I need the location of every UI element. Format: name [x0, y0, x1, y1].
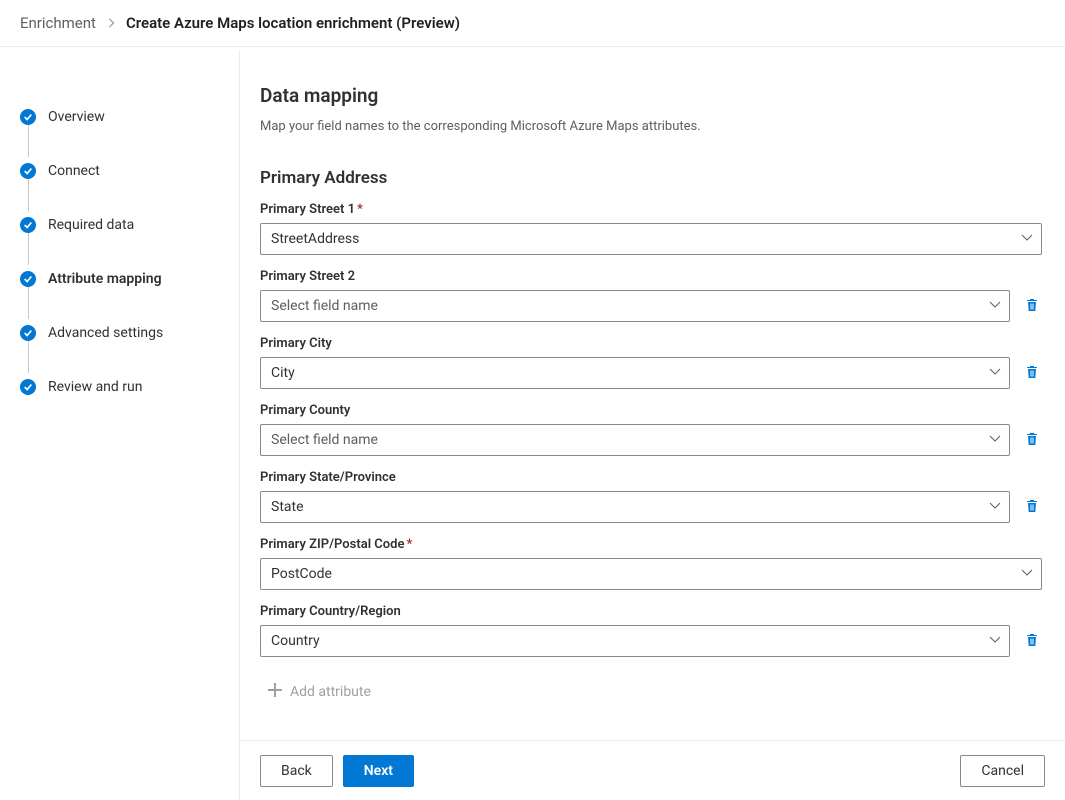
chevron-down-icon	[989, 499, 1001, 515]
field-primary-county: Primary County Select field name	[260, 403, 1045, 456]
dropdown-primary-street-2[interactable]: Select field name	[260, 290, 1010, 322]
check-icon	[20, 271, 36, 287]
section-title: Primary Address	[260, 168, 1045, 188]
dropdown-primary-state[interactable]: State	[260, 491, 1010, 523]
check-icon	[20, 163, 36, 179]
sidebar-item-label: Attribute mapping	[48, 271, 162, 287]
delete-button[interactable]	[1020, 629, 1044, 653]
page-description: Map your field names to the correspondin…	[260, 119, 1045, 134]
sidebar-item-overview[interactable]: Overview	[20, 90, 239, 144]
check-icon	[20, 325, 36, 341]
sidebar-item-label: Required data	[48, 217, 134, 233]
trash-icon	[1024, 297, 1040, 316]
sidebar-item-required-data[interactable]: Required data	[20, 198, 239, 252]
trash-icon	[1024, 498, 1040, 517]
chevron-down-icon	[989, 298, 1001, 314]
dropdown-primary-country[interactable]: Country	[260, 625, 1010, 657]
wizard-footer: Back Next Cancel	[240, 740, 1065, 800]
field-primary-country: Primary Country/Region Country	[260, 604, 1045, 657]
sidebar-item-label: Review and run	[48, 379, 142, 395]
field-primary-street-1: Primary Street 1* StreetAddress	[260, 202, 1045, 255]
field-label: Primary Country/Region	[260, 604, 1045, 619]
add-attribute-label: Add attribute	[290, 684, 371, 700]
plus-icon	[268, 683, 282, 701]
field-label: Primary Street 1*	[260, 202, 1045, 217]
back-button[interactable]: Back	[260, 755, 333, 787]
sidebar-item-label: Connect	[48, 163, 100, 179]
trash-icon	[1024, 431, 1040, 450]
dropdown-primary-city[interactable]: City	[260, 357, 1010, 389]
chevron-right-icon	[106, 14, 116, 32]
breadcrumb: Enrichment Create Azure Maps location en…	[0, 0, 1065, 47]
sidebar-item-label: Overview	[48, 109, 105, 125]
chevron-down-icon	[989, 432, 1001, 448]
sidebar-item-connect[interactable]: Connect	[20, 144, 239, 198]
field-label: Primary County	[260, 403, 1045, 418]
field-label: Primary ZIP/Postal Code*	[260, 537, 1045, 552]
dropdown-primary-zip[interactable]: PostCode	[260, 558, 1042, 590]
dropdown-primary-county[interactable]: Select field name	[260, 424, 1010, 456]
cancel-button[interactable]: Cancel	[960, 755, 1045, 787]
sidebar-item-label: Advanced settings	[48, 325, 163, 341]
breadcrumb-parent[interactable]: Enrichment	[20, 14, 96, 32]
check-icon	[20, 379, 36, 395]
field-primary-street-2: Primary Street 2 Select field name	[260, 269, 1045, 322]
check-icon	[20, 109, 36, 125]
trash-icon	[1024, 364, 1040, 383]
sidebar-item-advanced-settings[interactable]: Advanced settings	[20, 306, 239, 360]
next-button[interactable]: Next	[343, 755, 414, 787]
field-primary-city: Primary City City	[260, 336, 1045, 389]
delete-button[interactable]	[1020, 294, 1044, 318]
field-primary-zip: Primary ZIP/Postal Code* PostCode	[260, 537, 1045, 590]
field-label: Primary Street 2	[260, 269, 1045, 284]
field-label: Primary State/Province	[260, 470, 1045, 485]
sidebar-item-attribute-mapping[interactable]: Attribute mapping	[20, 252, 239, 306]
main-panel: Data mapping Map your field names to the…	[240, 50, 1065, 800]
trash-icon	[1024, 632, 1040, 651]
delete-button[interactable]	[1020, 361, 1044, 385]
chevron-down-icon	[1021, 566, 1033, 582]
dropdown-primary-street-1[interactable]: StreetAddress	[260, 223, 1042, 255]
chevron-down-icon	[989, 365, 1001, 381]
sidebar-item-review-and-run[interactable]: Review and run	[20, 360, 239, 414]
add-attribute-button[interactable]: Add attribute	[260, 671, 379, 701]
wizard-sidebar: Overview Connect Required data Attribute…	[0, 50, 240, 800]
chevron-down-icon	[989, 633, 1001, 649]
breadcrumb-current: Create Azure Maps location enrichment (P…	[126, 14, 460, 32]
page-title: Data mapping	[260, 84, 1045, 107]
field-label: Primary City	[260, 336, 1045, 351]
field-primary-state: Primary State/Province State	[260, 470, 1045, 523]
delete-button[interactable]	[1020, 428, 1044, 452]
delete-button[interactable]	[1020, 495, 1044, 519]
chevron-down-icon	[1021, 231, 1033, 247]
check-icon	[20, 217, 36, 233]
